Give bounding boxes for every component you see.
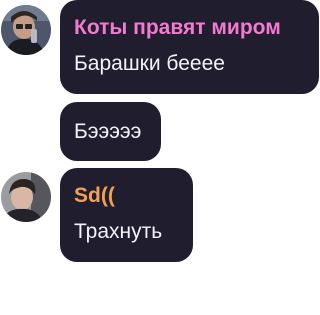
message-bubble-2[interactable]: Бэээээ bbox=[60, 102, 161, 161]
avatar-1-icon[interactable] bbox=[1, 5, 51, 55]
sender-name-3[interactable]: Sd(( bbox=[74, 183, 193, 209]
avatar-2-icon[interactable] bbox=[1, 172, 51, 222]
message-bubble-1[interactable]: Коты правят миром Барашки беееe bbox=[60, 0, 319, 94]
message-bubble-3[interactable]: Sd(( Трахнуть bbox=[60, 168, 193, 262]
sender-name-1[interactable]: Коты правят миром bbox=[74, 15, 319, 41]
message-text-2: Бэээээ bbox=[74, 120, 142, 143]
message-text-3: Трахнуть bbox=[74, 220, 163, 243]
message-text-1: Барашки беееe bbox=[74, 52, 225, 75]
